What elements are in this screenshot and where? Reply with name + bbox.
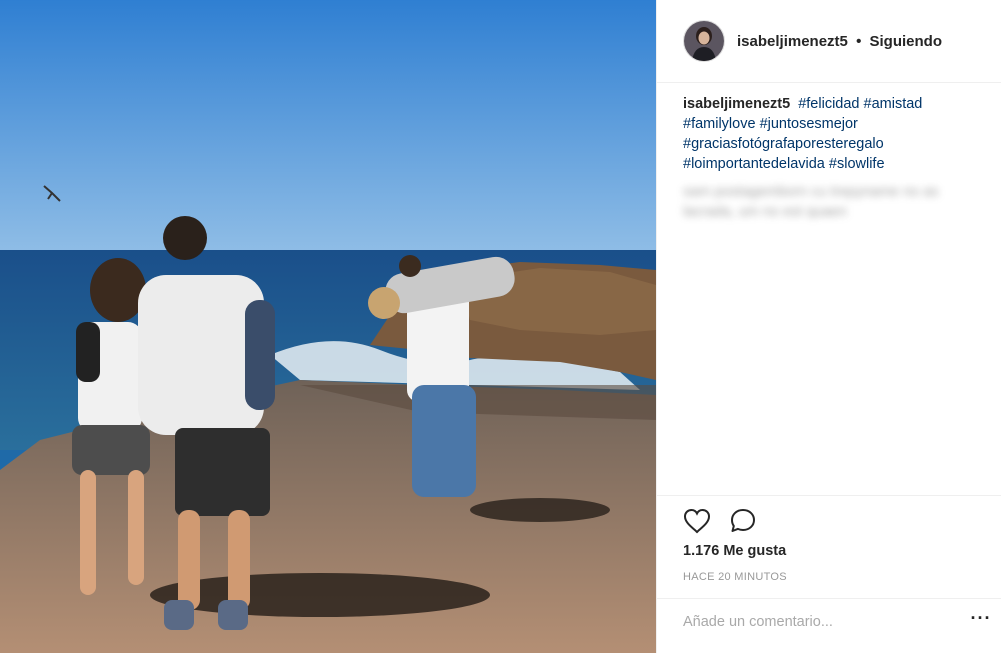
- username-link[interactable]: isabeljimenezt5: [737, 33, 848, 50]
- actions-divider: [657, 495, 1001, 497]
- hashtag-graciasfotografa[interactable]: #graciasfotógrafaporesteregalo: [683, 136, 884, 152]
- avatar-image: [684, 21, 724, 61]
- post-sidebar: isabeljimenezt5 • Siguiendo isabeljimene…: [656, 0, 1001, 653]
- speech-bubble-icon[interactable]: [729, 508, 757, 534]
- separator-dot: •: [856, 32, 862, 50]
- post-caption: isabeljimenezt5 #felicidad #amistad #fam…: [683, 94, 983, 174]
- more-options-icon[interactable]: ···: [969, 609, 993, 632]
- comment-divider: [657, 598, 1001, 599]
- hashtag-amistad[interactable]: #amistad: [864, 96, 923, 112]
- post-timestamp: HACE 20 MINUTOS: [683, 571, 787, 583]
- hashtag-loimportantedelavida[interactable]: #loimportantedelavida: [683, 156, 825, 172]
- likes-count[interactable]: 1.176 Me gusta: [683, 543, 786, 559]
- blurred-comment: sam postagemborn cu trepyname no as lacr…: [683, 184, 939, 220]
- heart-icon[interactable]: [683, 508, 711, 534]
- action-icons: [683, 508, 757, 534]
- hashtag-juntosesmejor[interactable]: #juntosesmejor: [760, 116, 858, 132]
- beach-family-photo: [0, 0, 656, 653]
- hashtag-slowlife[interactable]: #slowlife: [829, 156, 885, 172]
- caption-username[interactable]: isabeljimenezt5: [683, 96, 790, 112]
- comment-input[interactable]: [683, 611, 953, 633]
- avatar[interactable]: [683, 20, 725, 62]
- post-photo[interactable]: [0, 0, 656, 653]
- hashtag-familylove[interactable]: #familylove: [683, 116, 756, 132]
- post-header: isabeljimenezt5 • Siguiendo: [657, 0, 1001, 83]
- following-button[interactable]: Siguiendo: [870, 33, 943, 50]
- header-text: isabeljimenezt5 • Siguiendo: [737, 33, 942, 50]
- hashtag-felicidad[interactable]: #felicidad: [798, 96, 859, 112]
